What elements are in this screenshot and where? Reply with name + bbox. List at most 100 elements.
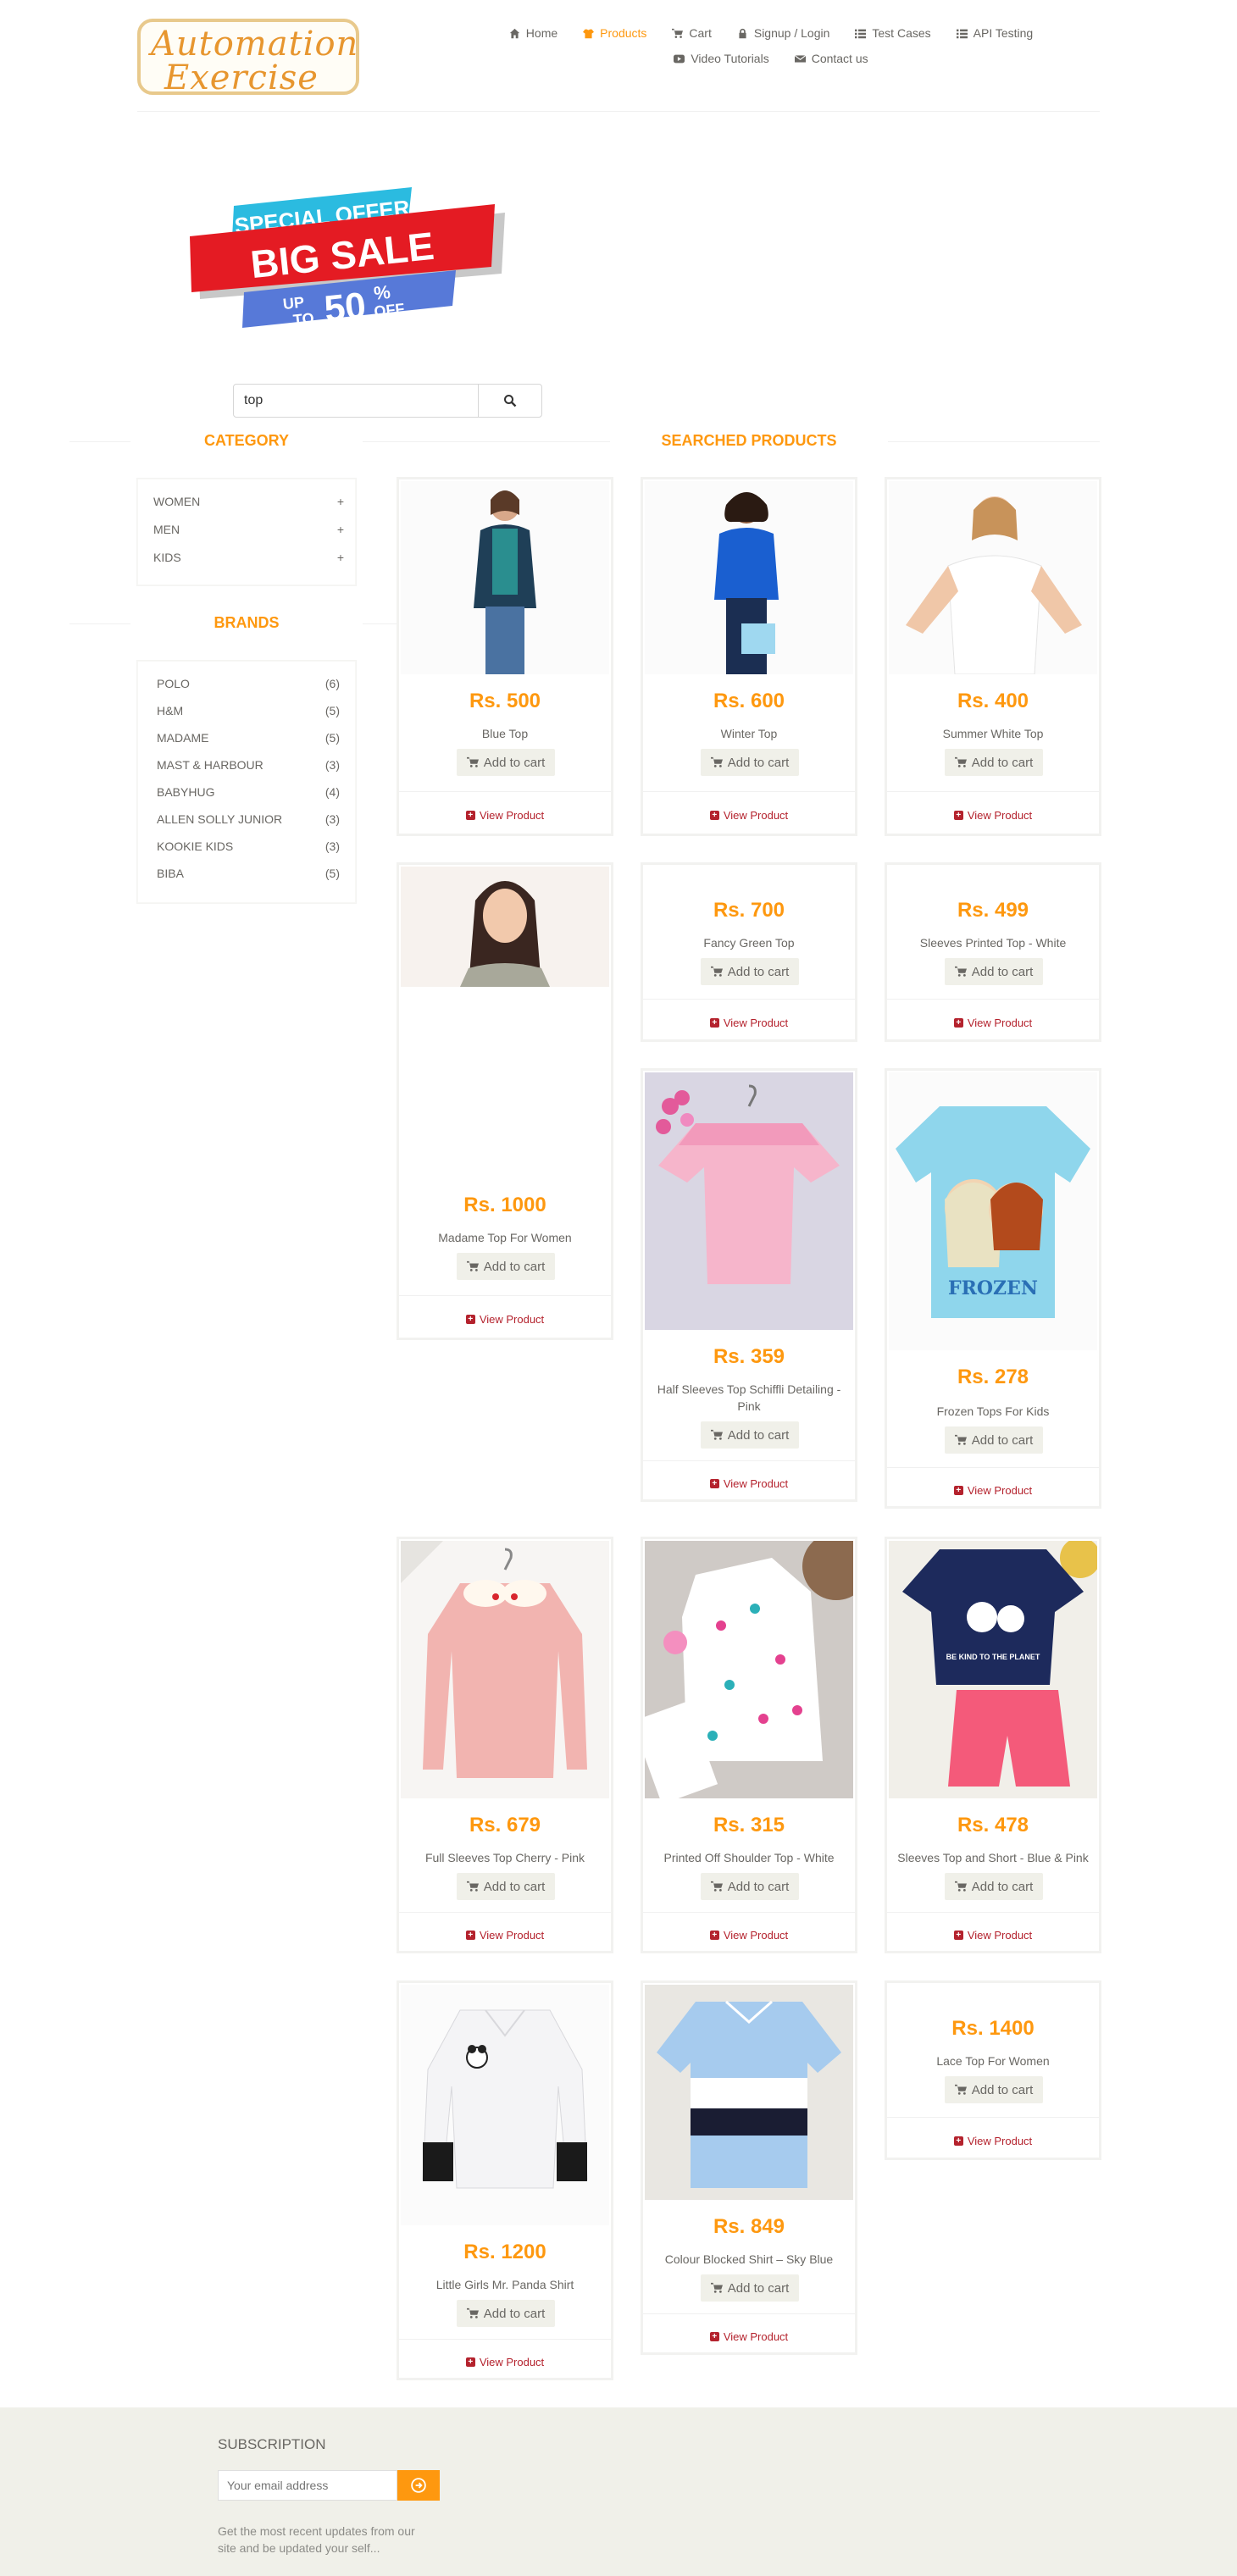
cart-icon: [466, 756, 479, 767]
banner-up: UP: [282, 294, 305, 313]
footer: SUBSCRIPTION Get the most recent updates…: [0, 2407, 1237, 2576]
view-product-link[interactable]: + View Product: [887, 2135, 1099, 2147]
product-image: BE KIND TO THE PLANET: [889, 1541, 1097, 1798]
nav-test-cases-label: Test Cases: [872, 26, 931, 40]
brand-count: (5): [325, 731, 340, 745]
add-to-cart-button[interactable]: Add to cart: [701, 2274, 799, 2302]
category-kids[interactable]: KIDS +: [153, 551, 344, 564]
add-to-cart-button[interactable]: Add to cart: [945, 1426, 1043, 1454]
view-product-link[interactable]: + View Product: [643, 1477, 855, 1490]
add-to-cart-button[interactable]: Add to cart: [945, 749, 1043, 776]
brand-count: (6): [325, 677, 340, 690]
brand-madame[interactable]: MADAME (5): [157, 731, 340, 745]
nav-test-cases[interactable]: Test Cases: [855, 26, 931, 40]
nav-home[interactable]: Home: [509, 26, 557, 40]
plus-square-icon: +: [465, 811, 475, 820]
plus-square-icon: +: [709, 1018, 719, 1028]
view-product-link[interactable]: + View Product: [887, 1484, 1099, 1497]
nav-signup-login[interactable]: Signup / Login: [737, 26, 830, 40]
view-product-label: View Product: [723, 1929, 789, 1942]
view-product-label: View Product: [723, 809, 789, 822]
youtube-icon: [674, 54, 685, 63]
view-product-label: View Product: [479, 809, 545, 822]
product-price: Rs. 1400: [951, 2017, 1035, 2040]
add-to-cart-button[interactable]: Add to cart: [457, 2300, 555, 2327]
view-product-link[interactable]: + View Product: [643, 1929, 855, 1942]
subscription-email-input[interactable]: [218, 2470, 397, 2501]
subscribe-button[interactable]: [397, 2470, 440, 2501]
brand-babyhug[interactable]: BABYHUG (4): [157, 785, 340, 799]
search-button[interactable]: [478, 384, 542, 418]
product-card: Rs. 400 Summer White Top Add to cart + Vi…: [885, 477, 1101, 836]
category-label: WOMEN: [153, 495, 201, 508]
view-product-link[interactable]: + View Product: [399, 2356, 611, 2368]
view-product-link[interactable]: + View Product: [399, 1929, 611, 1942]
view-product-link[interactable]: + View Product: [399, 1313, 611, 1326]
brand-allen-solly-junior[interactable]: ALLEN SOLLY JUNIOR (3): [157, 812, 340, 826]
add-to-cart-label: Add to cart: [727, 1427, 790, 1443]
add-to-cart-button[interactable]: Add to cart: [457, 1873, 555, 1900]
add-to-cart-button[interactable]: Add to cart: [945, 958, 1043, 985]
banner-fifty: 50: [322, 285, 368, 330]
brand-polo[interactable]: POLO (6): [157, 677, 340, 690]
cart-icon: [710, 1429, 723, 1440]
product-name: Sleeves Top and Short - Blue & Pink: [897, 1851, 1089, 1864]
view-product-label: View Product: [723, 1017, 789, 1029]
add-to-cart-label: Add to cart: [727, 755, 790, 770]
add-to-cart-button[interactable]: Add to cart: [457, 749, 555, 776]
nav-cart[interactable]: Cart: [672, 26, 712, 40]
sale-banner-image: SPECIAL OFFER BIG SALE UP TO 50 % OFF: [190, 187, 505, 330]
add-to-cart-button[interactable]: Add to cart: [945, 2076, 1043, 2103]
nav-api-testing-label: API Testing: [973, 26, 1034, 40]
card-divider: [399, 1295, 611, 1296]
nav-video-tutorials[interactable]: Video Tutorials: [674, 52, 769, 65]
product-price: Rs. 700: [713, 899, 785, 922]
nav-home-label: Home: [525, 26, 558, 40]
view-product-link[interactable]: + View Product: [887, 1017, 1099, 1029]
cart-icon: [954, 756, 967, 767]
nav-products[interactable]: Products: [583, 26, 646, 40]
view-product-link[interactable]: + View Product: [887, 809, 1099, 822]
add-to-cart-button[interactable]: Add to cart: [701, 1421, 799, 1449]
nav-signup-login-label: Signup / Login: [753, 26, 830, 40]
tshirt-slogan: BE KIND TO THE PLANET: [946, 1653, 1040, 1661]
product-image: [401, 481, 609, 674]
brand-count: (3): [325, 812, 340, 826]
plus-square-icon: +: [465, 1315, 475, 1324]
cart-icon: [954, 2084, 967, 2095]
category-women[interactable]: WOMEN +: [153, 495, 344, 508]
add-to-cart-button[interactable]: Add to cart: [701, 958, 799, 985]
add-to-cart-button[interactable]: Add to cart: [701, 749, 799, 776]
view-product-link[interactable]: + View Product: [643, 2330, 855, 2343]
product-card: Rs. 1200 Little Girls Mr. Panda Shirt Ad…: [397, 1980, 613, 2380]
category-label: MEN: [153, 523, 180, 536]
view-product-link[interactable]: + View Product: [399, 809, 611, 822]
add-to-cart-button[interactable]: Add to cart: [945, 1873, 1043, 1900]
view-product-link[interactable]: + View Product: [643, 809, 855, 822]
product-card: Rs. 359 Half Sleeves Top Schiffli Detail…: [641, 1068, 857, 1502]
view-product-link[interactable]: + View Product: [643, 1017, 855, 1029]
category-men[interactable]: MEN +: [153, 523, 344, 536]
search-input[interactable]: [233, 384, 479, 418]
plus-square-icon: +: [465, 1931, 475, 1940]
cart-icon: [710, 2282, 723, 2293]
brand-kookie-kids[interactable]: KOOKIE KIDS (3): [157, 839, 340, 853]
plus-square-icon: +: [709, 1931, 719, 1940]
cart-icon: [466, 1881, 479, 1892]
add-to-cart-label: Add to cart: [971, 1432, 1034, 1448]
add-to-cart-button[interactable]: Add to cart: [701, 1873, 799, 1900]
brand-count: (5): [325, 704, 340, 717]
nav-api-testing[interactable]: API Testing: [956, 26, 1034, 40]
view-product-link[interactable]: + View Product: [887, 1929, 1099, 1942]
brand-hm[interactable]: H&M (5): [157, 704, 340, 717]
brand-biba[interactable]: BIBA (5): [157, 867, 340, 880]
product-price: Rs. 359: [713, 1345, 785, 1368]
site-logo[interactable]: Automation Exercise: [137, 19, 359, 95]
plus-square-icon: +: [953, 1018, 963, 1028]
add-to-cart-button[interactable]: Add to cart: [457, 1253, 555, 1280]
brand-mast-harbour[interactable]: MAST & HARBOUR (3): [157, 758, 340, 772]
product-card: Rs. 1000 Madame Top For Women Add to car…: [397, 862, 613, 1340]
product-card: Rs. 500 Blue Top Add to cart + View Produ…: [397, 477, 613, 836]
plus-icon: +: [336, 523, 344, 536]
nav-contact-us[interactable]: Contact us: [794, 52, 868, 65]
